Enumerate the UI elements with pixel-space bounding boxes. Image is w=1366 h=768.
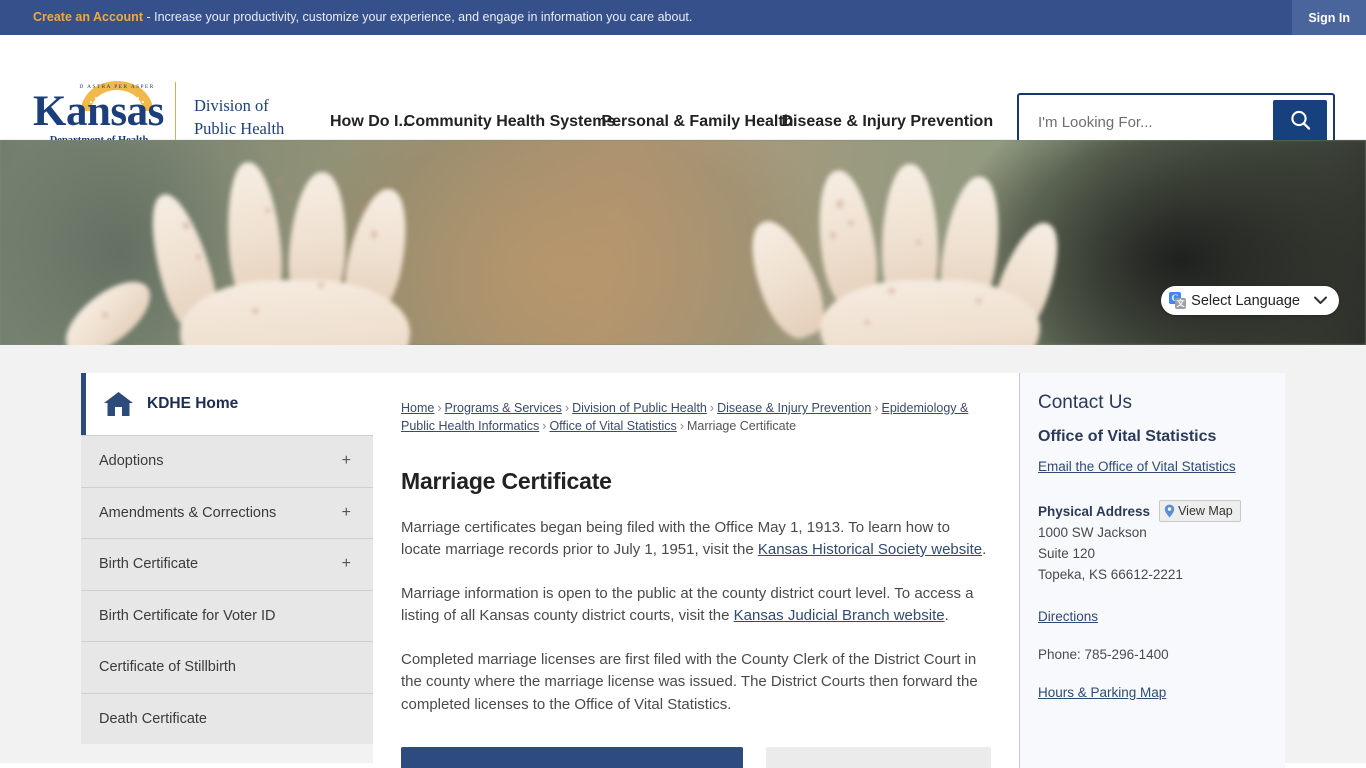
contact-panel: Contact Us Office of Vital Statistics Em… <box>1019 373 1285 768</box>
search-button[interactable] <box>1273 100 1327 144</box>
sign-in-button[interactable]: Sign In <box>1292 0 1366 35</box>
home-icon <box>103 391 134 417</box>
cta-row <box>401 746 991 768</box>
sidebar-item-label: Birth Certificate for Voter ID <box>99 607 276 624</box>
page-title: Marriage Certificate <box>401 467 612 494</box>
create-account-link[interactable]: Create an Account <box>33 10 143 24</box>
address-line-2: Suite 120 <box>1038 546 1096 562</box>
logo-division-name: Division of Public Health <box>194 95 284 141</box>
chevron-down-icon <box>1314 294 1327 308</box>
page-body: KDHE Home Adoptions + Amendments & Corre… <box>0 345 1366 768</box>
primary-action-button[interactable] <box>401 746 744 768</box>
site-header: AD ASTRA PER ASPERA Kansas Department of… <box>0 35 1366 159</box>
directions-link[interactable]: Directions <box>1038 609 1263 624</box>
logo-division-line-1: Division of <box>194 96 269 116</box>
sidebar-item-certificate-of-stillbirth[interactable]: Certificate of Stillbirth <box>81 641 373 693</box>
kansas-judicial-branch-link[interactable]: Kansas Judicial Branch website <box>734 607 945 624</box>
main-navigation: How Do I... Community Health Systems Per… <box>330 113 993 131</box>
article: Home › Programs & Services › Division of Pub… <box>373 373 1019 768</box>
nav-item-how-do-i[interactable]: How Do I... <box>330 113 412 131</box>
breadcrumb-link-disease-injury-prevention[interactable]: Disease & Injury Prevention <box>717 401 871 415</box>
address-line-3: Topeka, KS 66612-2221 <box>1038 567 1183 583</box>
breadcrumb-separator: › <box>679 418 684 433</box>
main-panel: Home › Programs & Services › Division of Pub… <box>373 373 1285 768</box>
paragraph-1: Marriage certificates began being filed … <box>401 517 991 561</box>
expand-icon[interactable]: + <box>342 556 351 572</box>
contact-office-name: Office of Vital Statistics <box>1038 428 1217 445</box>
expand-icon[interactable]: + <box>342 453 351 469</box>
sidebar-item-amendments-corrections[interactable]: Amendments & Corrections + <box>81 486 373 539</box>
sidebar-navigation: KDHE Home Adoptions + Amendments & Corre… <box>81 373 373 744</box>
contact-phone: Phone: 785-296-1400 <box>1038 646 1169 662</box>
account-bar-text: - Increase your productivity, customize … <box>142 10 693 24</box>
contact-email-link[interactable]: Email the Office of Vital Statistics <box>1038 459 1236 474</box>
kansas-historical-society-link[interactable]: Kansas Historical Society website <box>758 541 982 558</box>
view-map-button[interactable]: View Map <box>1159 500 1241 522</box>
breadcrumb-link-home[interactable]: Home <box>401 401 434 415</box>
sidebar-item-birth-certificate-voter-id[interactable]: Birth Certificate for Voter ID <box>81 589 373 642</box>
physical-address-label: Physical Address <box>1038 503 1151 519</box>
paragraph-2-suffix: . <box>944 607 949 625</box>
sidebar-item-label: Birth Certificate <box>99 556 199 573</box>
hero-hand-left <box>40 160 470 345</box>
address-line-1: 1000 SW Jackson <box>1038 525 1147 540</box>
paragraph-2: Marriage information is open to the publ… <box>401 583 991 627</box>
search-icon <box>1289 109 1312 135</box>
sidebar-item-kdhe-home[interactable]: KDHE Home <box>81 373 373 435</box>
search-input[interactable] <box>1025 112 1273 132</box>
account-bar-message: Create an Account - Increase your produc… <box>0 0 692 35</box>
account-bar: Create an Account - Increase your produc… <box>0 0 1366 35</box>
sidebar-item-label: Death Certificate <box>99 710 207 727</box>
sidebar-item-adoptions[interactable]: Adoptions + <box>81 435 373 487</box>
breadcrumb-separator: › <box>437 401 442 415</box>
breadcrumb-link-programs-services[interactable]: Programs & Services <box>445 401 562 415</box>
secondary-action-button[interactable] <box>766 746 991 768</box>
view-map-label: View Map <box>1178 504 1233 518</box>
contact-heading: Contact Us <box>1038 392 1132 413</box>
nav-item-disease-injury-prevention[interactable]: Disease & Injury Prevention <box>781 113 993 131</box>
paragraph-3: Completed marriage licenses are first fi… <box>401 651 978 713</box>
logo-wordmark: Kansas <box>33 88 164 135</box>
language-selector[interactable]: G 文 Select Language <box>1161 286 1339 315</box>
map-pin-icon <box>1164 504 1175 518</box>
google-translate-icon: G 文 <box>1169 292 1187 309</box>
hours-parking-map-link[interactable]: Hours & Parking Map <box>1038 685 1263 700</box>
breadcrumb: Home › Programs & Services › Division of Pub… <box>401 400 991 436</box>
language-selector-label: Select Language <box>1191 292 1300 309</box>
logo-division-line-2: Public Health <box>194 119 285 138</box>
sidebar-item-birth-certificate[interactable]: Birth Certificate + <box>81 538 373 590</box>
hero-hand-right <box>737 164 1160 345</box>
physical-address-row: Physical Address View Map <box>1038 500 1263 522</box>
nav-item-community-health-systems[interactable]: Community Health Systems <box>404 113 616 131</box>
sidebar-item-label: Amendments & Corrections <box>99 504 277 521</box>
breadcrumb-link-office-of-vital-statistics[interactable]: Office of Vital Statistics <box>549 419 676 433</box>
breadcrumb-current: Marriage Certificate <box>686 418 797 433</box>
sidebar-item-label: Certificate of Stillbirth <box>99 659 236 676</box>
sidebar-home-label: KDHE Home <box>147 395 239 412</box>
breadcrumb-link-division-of-public-health[interactable]: Division of Public Health <box>572 401 707 415</box>
breadcrumb-separator: › <box>564 401 570 415</box>
hero-banner: G 文 Select Language <box>0 140 1366 345</box>
sidebar-item-label: Adoptions <box>99 453 164 470</box>
expand-icon[interactable]: + <box>342 504 351 521</box>
breadcrumb-separator: › <box>709 401 715 415</box>
breadcrumb-separator: › <box>874 401 879 415</box>
sidebar-item-death-certificate[interactable]: Death Certificate <box>81 692 373 745</box>
breadcrumb-separator: › <box>542 418 547 433</box>
translate-icon-glyph-a: 文 <box>1175 298 1187 309</box>
content-row: KDHE Home Adoptions + Amendments & Corre… <box>81 373 1285 768</box>
paragraph-1-suffix: . <box>982 540 987 558</box>
nav-item-personal-family-health[interactable]: Personal & Family Health <box>601 113 793 131</box>
